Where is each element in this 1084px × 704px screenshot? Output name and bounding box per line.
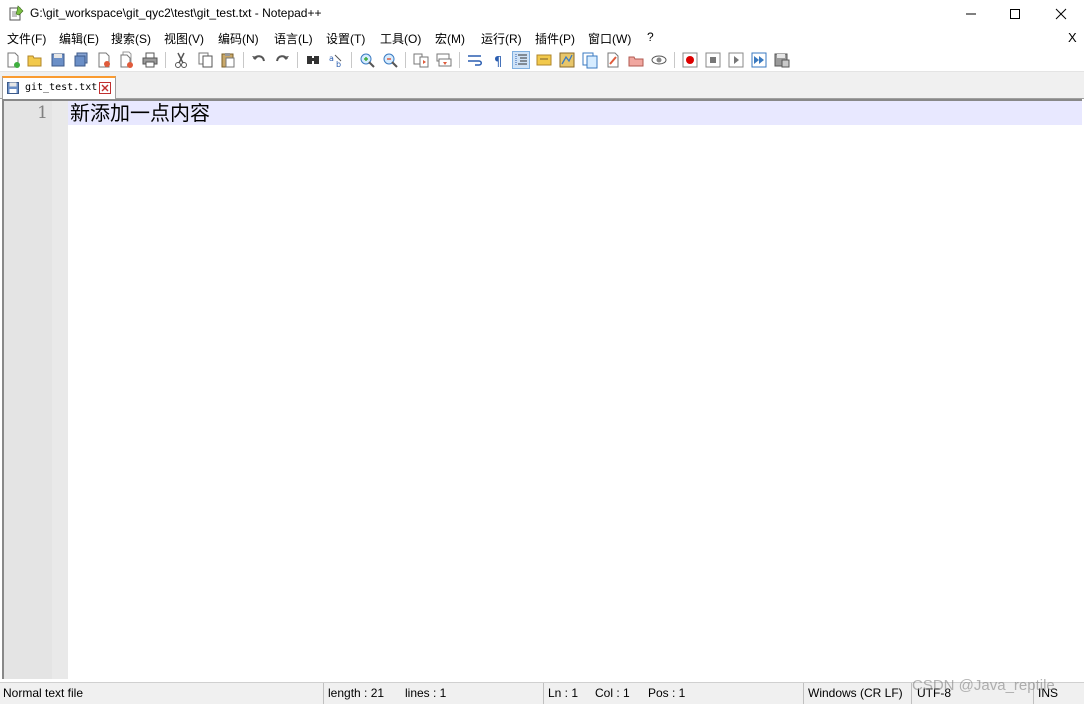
menu-language[interactable]: 语言(L) [274, 30, 313, 47]
word-wrap-icon[interactable] [466, 51, 484, 69]
minimize-button[interactable] [948, 0, 994, 28]
saved-file-icon [7, 82, 19, 94]
toolbar-separator [459, 52, 460, 68]
function-list-icon[interactable] [581, 51, 599, 69]
indent-guide-icon[interactable] [512, 51, 530, 69]
menu-file[interactable]: 文件(F) [7, 30, 46, 47]
status-eol[interactable]: Windows (CR LF) [808, 686, 903, 700]
zoom-out-icon[interactable] [381, 51, 399, 69]
toolbar-separator [243, 52, 244, 68]
udl-icon[interactable] [535, 51, 553, 69]
text-editor[interactable]: 1 新添加一点内容 [2, 99, 1082, 679]
menu-tools[interactable]: 工具(O) [380, 30, 421, 47]
monitoring-eye-icon[interactable] [650, 51, 668, 69]
status-insert-mode[interactable]: INS [1038, 686, 1058, 700]
status-ln: Ln : 1 [548, 686, 579, 700]
maximize-icon [1010, 9, 1020, 19]
maximize-button[interactable] [992, 0, 1038, 28]
menu-help[interactable]: ? [647, 30, 654, 44]
toolbar: ab ¶ [0, 48, 1084, 72]
redo-icon[interactable] [273, 51, 291, 69]
find-icon[interactable] [304, 51, 322, 69]
tab-close-icon[interactable] [99, 82, 111, 94]
sync-vertical-icon[interactable] [412, 51, 430, 69]
zoom-in-icon[interactable] [358, 51, 376, 69]
status-bar: Normal text file length : 21 lines : 1 L… [0, 682, 1084, 704]
status-length: length : 21 [328, 686, 385, 700]
menu-search[interactable]: 搜索(S) [111, 30, 151, 47]
open-file-icon[interactable] [26, 51, 44, 69]
close-icon [1055, 8, 1067, 20]
macro-stop-icon[interactable] [704, 51, 722, 69]
project-panel-icon[interactable] [627, 51, 645, 69]
tab-label: git_test.txt [25, 82, 98, 93]
status-pos: Pos : 1 [648, 686, 686, 700]
show-all-chars-icon[interactable]: ¶ [489, 51, 507, 69]
toolbar-separator [405, 52, 406, 68]
svg-text:a: a [329, 54, 334, 63]
tab-git-test-txt[interactable]: git_test.txt [2, 76, 116, 99]
toolbar-separator [351, 52, 352, 68]
status-lines: lines : 1 [405, 686, 447, 700]
paste-icon[interactable] [219, 51, 237, 69]
menu-window[interactable]: 窗口(W) [588, 30, 631, 47]
tab-bar: git_test.txt [0, 72, 1084, 99]
minimize-icon [966, 13, 976, 15]
print-icon[interactable] [141, 51, 159, 69]
macro-run-multiple-icon[interactable] [750, 51, 768, 69]
toolbar-separator [165, 52, 166, 68]
menu-edit[interactable]: 编辑(E) [59, 30, 99, 47]
fold-margin[interactable] [52, 101, 68, 679]
save-all-icon[interactable] [72, 51, 90, 69]
toolbar-separator [674, 52, 675, 68]
cut-icon[interactable] [172, 51, 190, 69]
copy-icon[interactable] [196, 51, 214, 69]
toolbar-separator [297, 52, 298, 68]
macro-record-icon[interactable] [681, 51, 699, 69]
menu-view[interactable]: 视图(V) [164, 30, 204, 47]
macro-play-icon[interactable] [727, 51, 745, 69]
status-file-type: Normal text file [3, 686, 84, 700]
menu-run[interactable]: 运行(R) [481, 30, 522, 47]
menu-plugins[interactable]: 插件(P) [535, 30, 575, 47]
close-window-button[interactable] [1038, 0, 1084, 28]
close-document-button[interactable]: X [1068, 30, 1077, 45]
svg-text:¶: ¶ [494, 55, 502, 69]
new-file-icon[interactable] [4, 51, 22, 69]
menu-settings[interactable]: 设置(T) [326, 30, 365, 47]
notepad-plus-plus-icon [8, 5, 24, 21]
status-col: Col : 1 [595, 686, 630, 700]
menu-macro[interactable]: 宏(M) [435, 30, 465, 47]
editor-line[interactable]: 新添加一点内容 [70, 101, 210, 125]
close-file-icon[interactable] [95, 51, 113, 69]
line-number: 1 [37, 103, 48, 123]
status-encoding[interactable]: UTF-8 [917, 686, 951, 700]
undo-icon[interactable] [250, 51, 268, 69]
save-icon[interactable] [49, 51, 67, 69]
title-bar: G:\git_workspace\git_qyc2\test\git_test.… [0, 0, 1084, 28]
current-line-highlight [68, 101, 1082, 125]
doc-map-icon[interactable] [558, 51, 576, 69]
menu-bar: 文件(F) 编辑(E) 搜索(S) 视图(V) 编码(N) 语言(L) 设置(T… [0, 28, 1084, 48]
folder-as-workspace-icon[interactable] [604, 51, 622, 69]
close-all-icon[interactable] [118, 51, 136, 69]
replace-icon[interactable]: ab [327, 51, 345, 69]
macro-save-icon[interactable] [773, 51, 791, 69]
sync-horizontal-icon[interactable] [435, 51, 453, 69]
window-title: G:\git_workspace\git_qyc2\test\git_test.… [30, 6, 322, 20]
line-number-margin: 1 [4, 101, 52, 679]
svg-text:b: b [336, 60, 341, 69]
menu-encoding[interactable]: 编码(N) [218, 30, 259, 47]
